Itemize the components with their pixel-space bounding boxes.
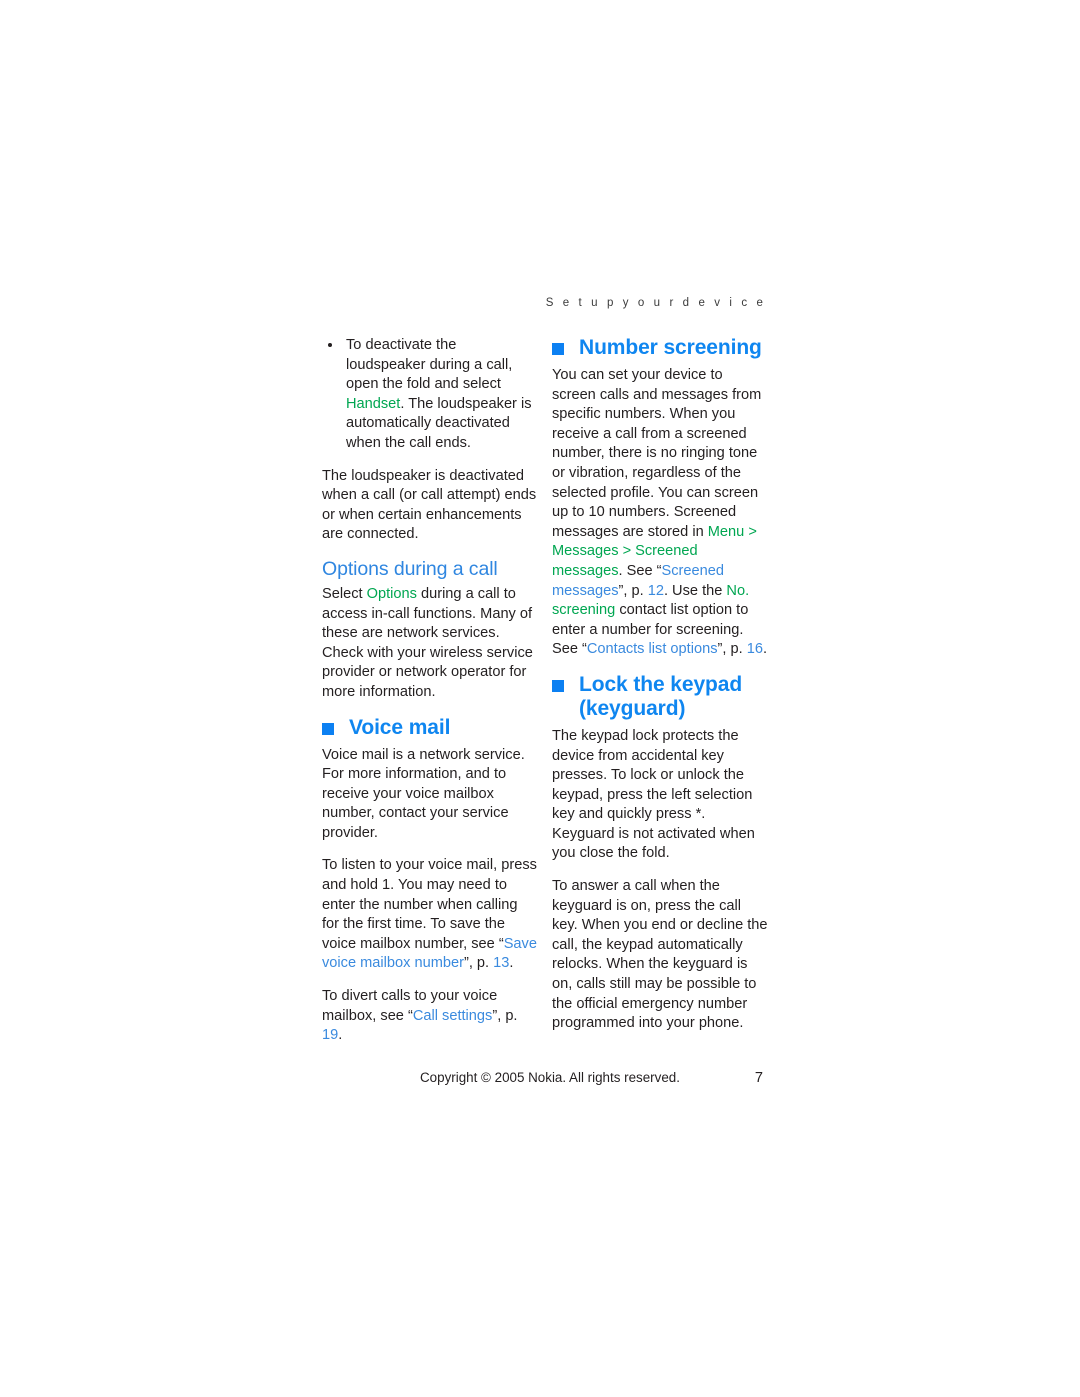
left-column: To deactivate the loudspeaker during a c… bbox=[322, 336, 538, 1046]
ui-path-menu: Menu bbox=[707, 523, 745, 540]
paragraph-part1: Select bbox=[322, 585, 367, 602]
paragraph-voice-mail-network-service: Voice mail is a network service. For mor… bbox=[322, 746, 525, 841]
paragraph-part6: ”, p. bbox=[717, 641, 747, 658]
page-number: 7 bbox=[754, 1070, 763, 1086]
list-item: To deactivate the loudspeaker during a c… bbox=[322, 336, 538, 454]
bullet-text-part1: To deactivate the loudspeaker during a c… bbox=[346, 337, 513, 393]
heading-label: Voice mail bbox=[349, 715, 451, 739]
paragraph-keypad-lock: The keypad lock protects the device from… bbox=[552, 727, 755, 862]
ui-path-messages: Messages bbox=[552, 543, 619, 560]
paragraph-part2: . See “ bbox=[618, 562, 662, 579]
right-column: Number screening You can set your device… bbox=[552, 336, 768, 1034]
heading-number-screening: Number screening bbox=[552, 336, 768, 360]
subheading-options-during-a-call: Options during a call bbox=[322, 557, 498, 580]
bullet-dot-icon bbox=[328, 343, 332, 347]
heading-label-line1: Lock the keypad bbox=[579, 672, 743, 696]
paragraph-part7: . bbox=[762, 641, 767, 658]
ui-term-options: Options bbox=[366, 585, 417, 602]
link-page-12[interactable]: 12 bbox=[648, 583, 664, 599]
paragraph-loudspeaker-deactivated: The loudspeaker is deactivated when a ca… bbox=[322, 467, 537, 543]
paragraph-options-during-call: Select Options during a call to access i… bbox=[322, 585, 538, 703]
square-bullet-icon bbox=[552, 679, 564, 692]
paragraph-part3: . bbox=[509, 955, 514, 972]
paragraph-number-screening: You can set your device to screen calls … bbox=[552, 366, 768, 660]
link-page-19[interactable]: 19 bbox=[322, 1027, 338, 1043]
paragraph-part2: during a call to access in-call function… bbox=[322, 585, 533, 700]
running-header: S e t u p y o u r d e v i c e bbox=[545, 297, 766, 309]
square-bullet-icon bbox=[552, 343, 564, 355]
page-footer: Copyright © 2005 Nokia. All rights reser… bbox=[322, 1070, 768, 1090]
paragraph-part3: . bbox=[338, 1027, 343, 1044]
paragraph-part2: ”, p. bbox=[492, 1007, 518, 1024]
manual-page: S e t u p y o u r d e v i c e To deactiv… bbox=[0, 0, 1080, 1397]
copyright-notice: Copyright © 2005 Nokia. All rights reser… bbox=[420, 1070, 680, 1085]
heading-label: Number screening bbox=[579, 336, 762, 359]
ui-path-separator: > bbox=[618, 543, 636, 560]
paragraph-answer-call-keyguard: To answer a call when the keyguard is on… bbox=[552, 878, 768, 1032]
link-call-settings[interactable]: Call settings bbox=[413, 1008, 493, 1024]
link-page-16[interactable]: 16 bbox=[747, 641, 763, 657]
paragraph-part1: You can set your device to screen calls … bbox=[552, 367, 762, 540]
ui-path-separator: > bbox=[744, 523, 757, 540]
paragraph-part3: ”, p. bbox=[618, 582, 648, 599]
link-page-13[interactable]: 13 bbox=[493, 955, 509, 971]
paragraph-part2: ”, p. bbox=[463, 955, 494, 972]
paragraph-listen-voice-mail: To listen to your voice mail, press and … bbox=[322, 856, 538, 974]
link-contacts-list-options[interactable]: Contacts list options bbox=[587, 641, 718, 657]
bullet-list: To deactivate the loudspeaker during a c… bbox=[322, 336, 538, 454]
ui-term-handset: Handset bbox=[346, 395, 401, 412]
heading-label-line2: (keyguard) bbox=[579, 696, 686, 720]
heading-voice-mail: Voice mail bbox=[322, 716, 538, 740]
heading-lock-the-keypad-keyguard: Lock the keypad (keyguard) bbox=[552, 673, 768, 721]
paragraph-divert-calls: To divert calls to your voice mailbox, s… bbox=[322, 987, 538, 1046]
two-column-body: To deactivate the loudspeaker during a c… bbox=[322, 336, 768, 1043]
square-bullet-icon bbox=[322, 722, 334, 735]
paragraph-part4: . Use the bbox=[663, 582, 727, 599]
